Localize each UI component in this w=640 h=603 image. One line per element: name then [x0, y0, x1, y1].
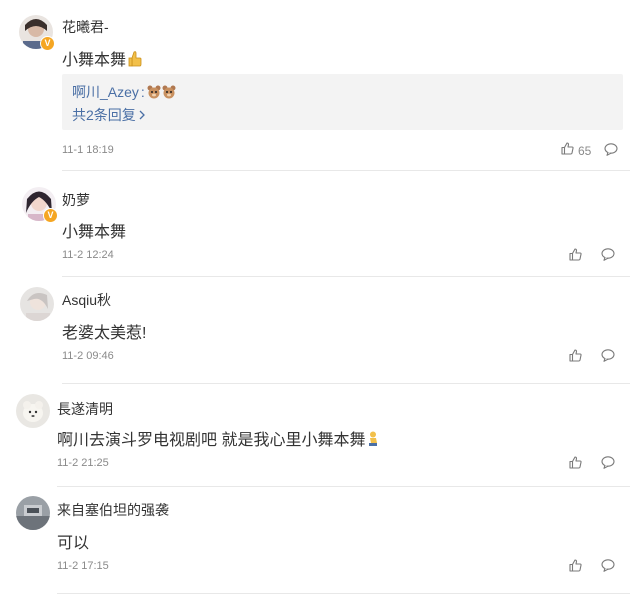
like-button[interactable]: [569, 559, 582, 577]
thumbs-up-emoji-icon: [128, 51, 142, 72]
comment-username[interactable]: 花曦君-: [62, 17, 109, 37]
reply-button[interactable]: [601, 456, 615, 474]
thumbs-up-icon: [569, 349, 582, 367]
thumbs-up-icon: [569, 248, 582, 266]
reply-preview-box: 啊川_Azey: 共2条回复: [62, 74, 623, 130]
comment-item: V 花曦君- 小舞本舞 啊川_Azey: 共2条回复 11-1 18:19 65: [0, 0, 640, 170]
chevron-right-icon: [139, 107, 145, 123]
comment-content: 老婆太美惹!: [62, 325, 147, 342]
thumbs-up-icon: [569, 456, 582, 474]
comment-content: 小舞本舞: [62, 46, 142, 72]
view-replies-link[interactable]: 共2条回复: [72, 105, 145, 125]
verified-badge-icon: V: [40, 36, 55, 51]
comment-content: 啊川去演斗罗电视剧吧 就是我心里小舞本舞: [57, 426, 379, 452]
kneeling-figure-emoji-icon: [367, 431, 379, 452]
reply-preview-line: 啊川_Azey:: [72, 82, 176, 102]
comment-username[interactable]: 来自塞伯坦的强袭: [57, 500, 169, 520]
comment-timestamp: 11-2 09:46: [62, 350, 114, 362]
comment-content: 可以: [57, 535, 90, 552]
comment-text: 啊川去演斗罗电视剧吧 就是我心里小舞本舞: [57, 432, 366, 449]
like-button[interactable]: 65: [561, 142, 591, 160]
comment-bubble-icon: [604, 143, 618, 156]
comment-bubble-icon: [601, 559, 615, 572]
comment-username[interactable]: 長遂清明: [57, 399, 113, 419]
comment-timestamp: 11-2 17:15: [57, 560, 109, 572]
like-button[interactable]: [569, 248, 582, 266]
comment-content: 小舞本舞: [62, 224, 127, 241]
reply-button[interactable]: [604, 143, 618, 161]
comment-timestamp: 11-1 18:19: [62, 144, 114, 156]
comment-username[interactable]: Asqiu秋: [62, 290, 111, 310]
comment-text: 小舞本舞: [62, 52, 127, 69]
verified-badge-icon: V: [43, 208, 58, 223]
thumbs-up-icon: [561, 142, 574, 160]
thumbs-up-icon: [569, 559, 582, 577]
bear-face-emoji-icon: [147, 85, 176, 99]
comment-bubble-icon: [601, 349, 615, 362]
comment-item: V 奶萝 小舞本舞 11-2 12:24: [0, 171, 640, 276]
comment-timestamp: 11-2 12:24: [62, 249, 114, 261]
reply-button[interactable]: [601, 248, 615, 266]
reply-button[interactable]: [601, 349, 615, 367]
comment-timestamp: 11-2 21:25: [57, 457, 109, 469]
comment-item: 長遂清明 啊川去演斗罗电视剧吧 就是我心里小舞本舞 11-2 21:25: [0, 384, 640, 486]
comment-bubble-icon: [601, 456, 615, 469]
view-replies-label: 共2条回复: [72, 107, 136, 123]
avatar[interactable]: [16, 394, 50, 428]
like-button[interactable]: [569, 456, 582, 474]
reply-separator: :: [140, 84, 145, 100]
reply-author-link[interactable]: 啊川_Azey: [72, 82, 139, 102]
like-button[interactable]: [569, 349, 582, 367]
avatar[interactable]: [20, 287, 54, 321]
like-count: 65: [578, 144, 592, 158]
comment-divider: [57, 593, 630, 594]
avatar[interactable]: [16, 496, 50, 530]
comment-username[interactable]: 奶萝: [62, 190, 90, 210]
comment-bubble-icon: [601, 248, 615, 261]
comment-item: 来自塞伯坦的强袭 可以 11-2 17:15: [0, 487, 640, 593]
comment-item: Asqiu秋 老婆太美惹! 11-2 09:46: [0, 277, 640, 383]
reply-button[interactable]: [601, 559, 615, 577]
